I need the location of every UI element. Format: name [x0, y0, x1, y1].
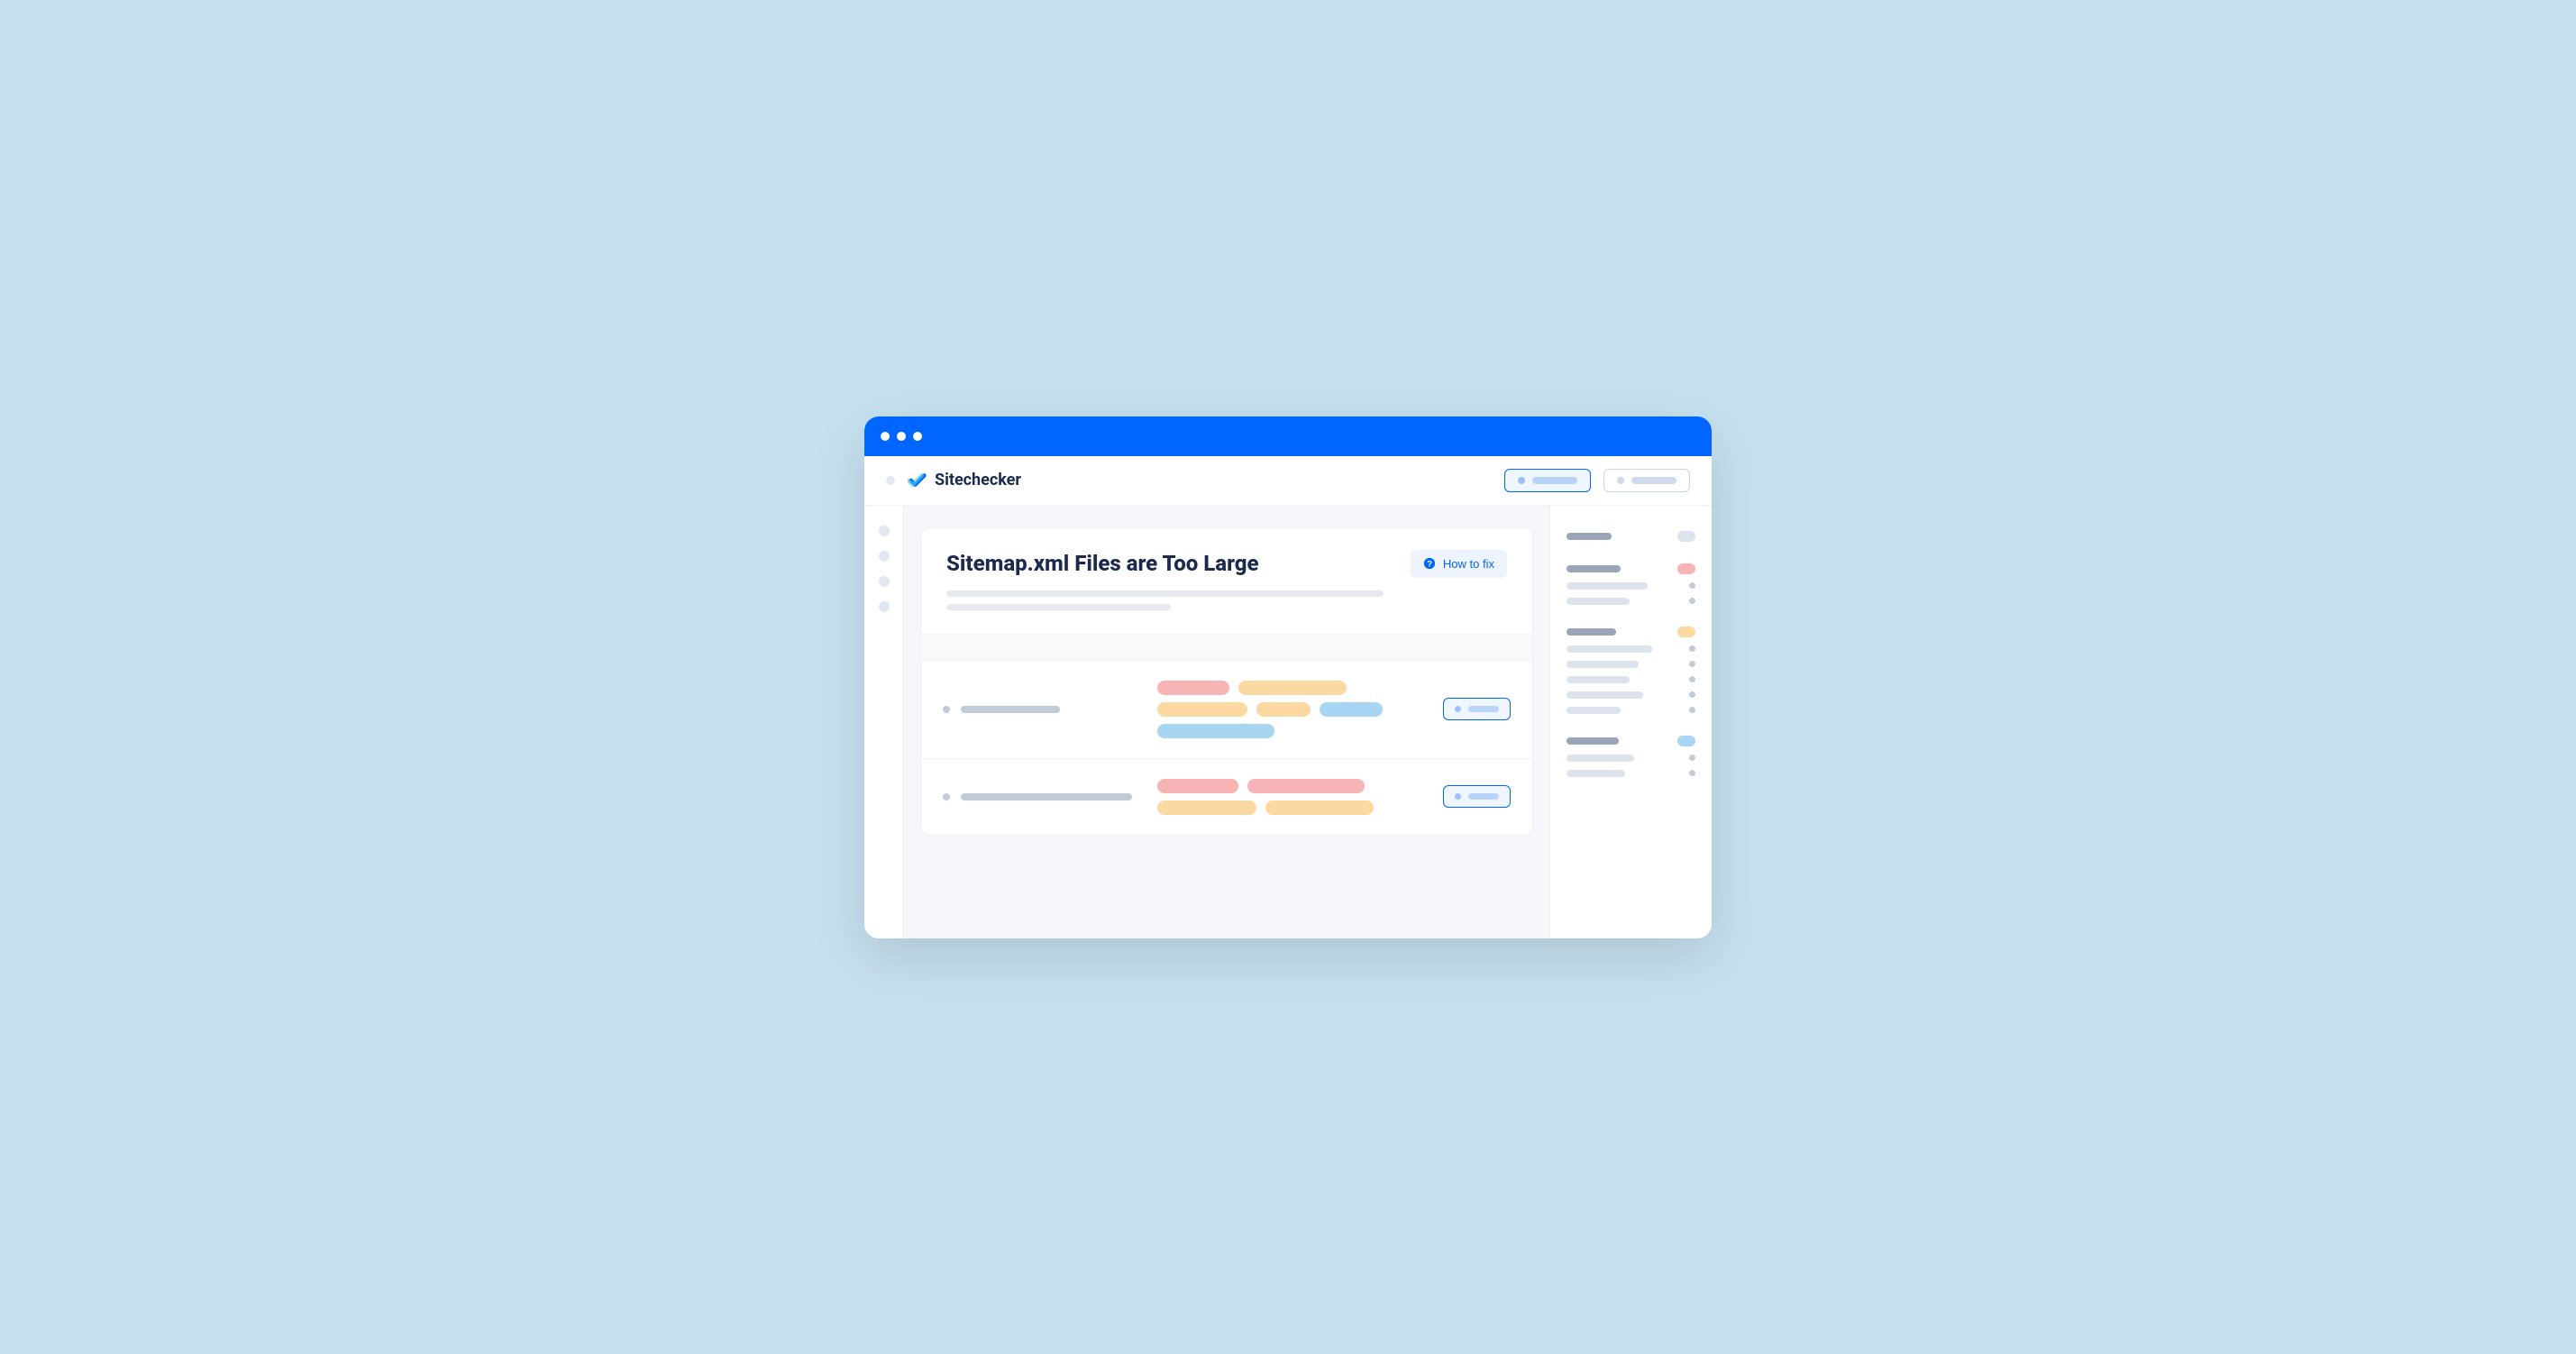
- nav-item[interactable]: [879, 551, 890, 562]
- badge: [1677, 736, 1695, 746]
- window-control-maximize[interactable]: [913, 432, 922, 441]
- topbar-primary-button[interactable]: [1504, 469, 1591, 492]
- svg-text:?: ?: [1427, 560, 1432, 570]
- issue-row: [921, 661, 1532, 759]
- main-content: Sitemap.xml Files are Too Large ? How to…: [904, 506, 1549, 938]
- tag: [1157, 681, 1229, 695]
- app-window: Sitechecker Sitemap.xml Files are Too La…: [864, 416, 1712, 938]
- menu-icon[interactable]: [886, 476, 895, 485]
- row-tags: [1157, 681, 1427, 738]
- nav-item[interactable]: [879, 601, 890, 612]
- tag: [1157, 779, 1238, 793]
- row-url-placeholder: [943, 793, 1141, 801]
- window-titlebar: [864, 416, 1712, 456]
- app-topbar: Sitechecker: [864, 456, 1712, 506]
- sidebar-group: [1567, 531, 1695, 542]
- badge: [1677, 627, 1695, 637]
- tag: [1247, 779, 1365, 793]
- tag: [1157, 801, 1256, 815]
- app-body: Sitemap.xml Files are Too Large ? How to…: [864, 506, 1712, 938]
- sidebar-group: [1567, 563, 1695, 605]
- sidebar-group: [1567, 736, 1695, 777]
- sidebar-group: [1567, 627, 1695, 714]
- tag: [1256, 702, 1311, 717]
- how-to-fix-label: How to fix: [1443, 557, 1494, 571]
- row-action-button[interactable]: [1443, 785, 1511, 808]
- card-header: Sitemap.xml Files are Too Large ? How to…: [921, 528, 1532, 634]
- row-tags: [1157, 779, 1427, 815]
- description-placeholder: [946, 590, 1507, 610]
- checkmark-icon: [908, 471, 927, 490]
- badge: [1677, 531, 1695, 542]
- nav-item[interactable]: [879, 526, 890, 536]
- brand-logo[interactable]: Sitechecker: [908, 471, 1021, 490]
- tag: [1157, 702, 1247, 717]
- row-action-button[interactable]: [1443, 698, 1511, 720]
- badge: [1677, 563, 1695, 574]
- window-control-minimize[interactable]: [897, 432, 906, 441]
- topbar-secondary-button[interactable]: [1603, 469, 1690, 492]
- tag: [1238, 681, 1347, 695]
- tag: [1157, 724, 1274, 738]
- nav-item[interactable]: [879, 576, 890, 587]
- tag: [1265, 801, 1374, 815]
- tag: [1320, 702, 1383, 717]
- right-sidebar: [1549, 506, 1712, 938]
- question-icon: ?: [1423, 557, 1436, 570]
- row-url-placeholder: [943, 706, 1141, 713]
- window-control-close[interactable]: [881, 432, 890, 441]
- issue-card: Sitemap.xml Files are Too Large ? How to…: [920, 527, 1533, 836]
- page-title: Sitemap.xml Files are Too Large: [946, 551, 1396, 576]
- how-to-fix-button[interactable]: ? How to fix: [1411, 550, 1507, 578]
- brand-name: Sitechecker: [935, 471, 1021, 489]
- issue-row: [921, 759, 1532, 835]
- list-filter-strip: [921, 634, 1532, 661]
- side-nav: [864, 506, 904, 938]
